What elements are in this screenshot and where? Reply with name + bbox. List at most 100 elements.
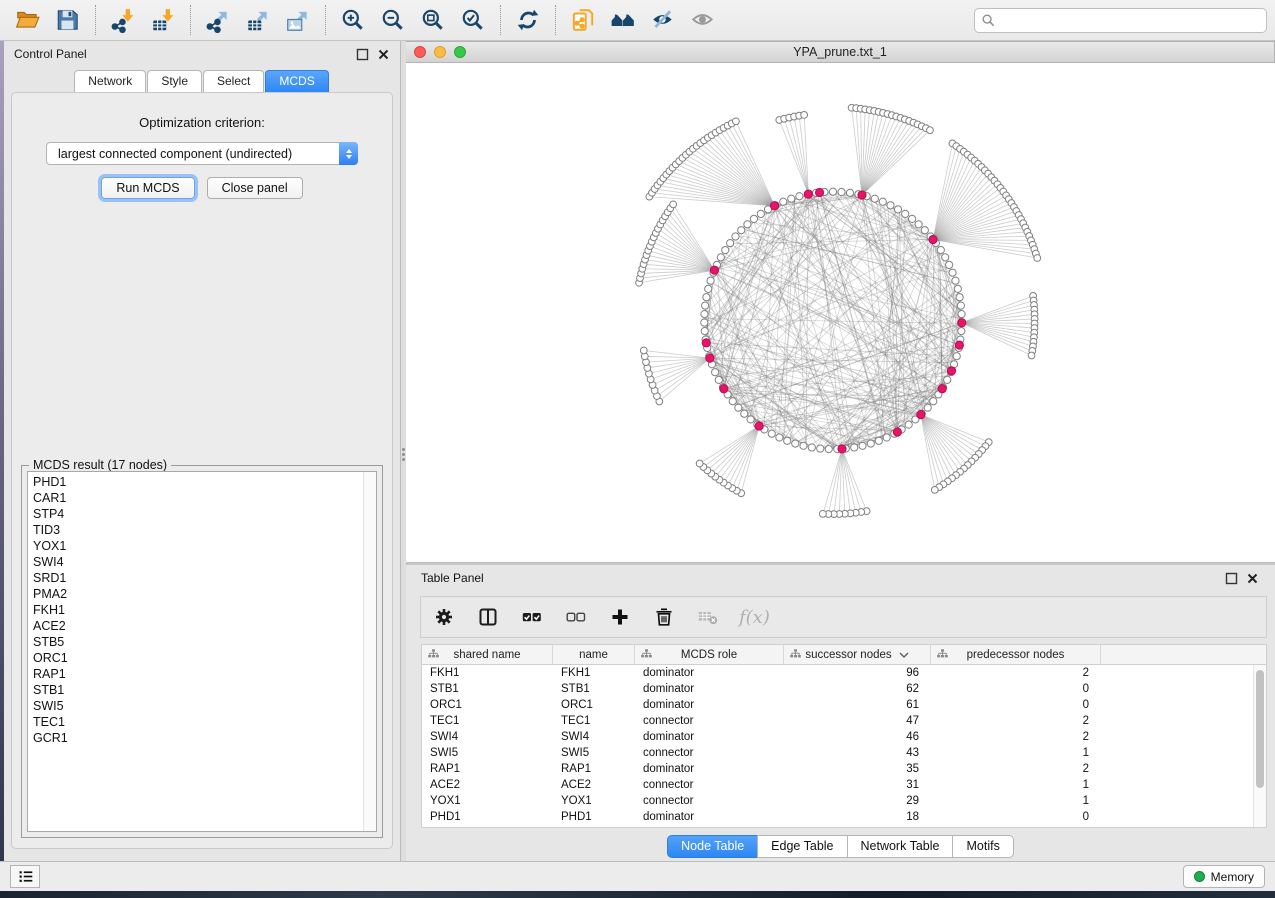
import-table-button[interactable] [143, 3, 183, 37]
select-all-button[interactable] [519, 604, 545, 630]
leaf-node[interactable] [1034, 255, 1041, 262]
ring-node[interactable] [887, 202, 894, 209]
ring-node[interactable] [701, 328, 708, 335]
column-header-shared-name[interactable]: shared name [422, 645, 553, 664]
zoom-out-button[interactable] [373, 3, 413, 37]
table-row[interactable]: YOX1YOX1connector291 [422, 793, 1253, 809]
ring-node[interactable] [894, 206, 901, 213]
mcds-result-item[interactable]: SWI5 [28, 698, 363, 714]
ring-node[interactable] [800, 442, 807, 449]
leaf-node[interactable] [732, 118, 739, 125]
ring-node[interactable] [750, 215, 757, 222]
ring-node[interactable] [946, 261, 953, 268]
ring-node[interactable] [757, 210, 764, 217]
ring-node[interactable] [701, 311, 708, 318]
ring-node[interactable] [879, 198, 886, 205]
ring-node[interactable] [953, 353, 960, 360]
ring-node[interactable] [747, 416, 754, 423]
table-row[interactable]: ORC1ORC1dominator610 [422, 697, 1253, 713]
leaf-node[interactable] [640, 347, 647, 354]
ring-node[interactable] [867, 440, 874, 447]
ring-node[interactable] [958, 328, 965, 335]
mcds-result-item[interactable]: FKH1 [28, 602, 363, 618]
ring-node[interactable] [875, 437, 882, 444]
apply-layout-button[interactable] [508, 3, 548, 37]
ring-node[interactable] [956, 294, 963, 301]
tab-select[interactable]: Select [203, 70, 264, 92]
close-panel-icon[interactable] [377, 48, 390, 61]
task-history-button[interactable] [10, 865, 40, 888]
ring-node[interactable] [776, 434, 783, 441]
mcds-node[interactable] [955, 341, 963, 349]
column-header-successor-nodes[interactable]: successor nodes [784, 645, 931, 664]
mcds-node[interactable] [929, 235, 937, 243]
ring-node[interactable] [942, 254, 949, 261]
table-row[interactable]: SWI4SWI4dominator462 [422, 729, 1253, 745]
float-panel-icon[interactable] [356, 48, 369, 61]
mcds-node[interactable] [958, 319, 966, 327]
mcds-node[interactable] [706, 354, 714, 362]
ring-node[interactable] [944, 376, 951, 383]
export-table-button[interactable] [238, 3, 278, 37]
unselect-all-button[interactable] [563, 604, 589, 630]
ring-node[interactable] [952, 277, 959, 284]
ring-node[interactable] [717, 254, 724, 261]
ring-node[interactable] [954, 285, 961, 292]
hide-selected-button[interactable] [643, 3, 683, 37]
run-mcds-button[interactable]: Run MCDS [101, 177, 194, 199]
column-header-name[interactable]: name [553, 645, 635, 664]
leaf-node[interactable] [819, 510, 826, 517]
mcds-node[interactable] [804, 190, 812, 198]
ring-node[interactable] [808, 444, 815, 451]
mcds-node[interactable] [893, 428, 901, 436]
table-row[interactable]: PHD1PHD1dominator180 [422, 809, 1253, 825]
ring-node[interactable] [780, 198, 787, 205]
mcds-result-item[interactable]: YOX1 [28, 538, 363, 554]
ring-node[interactable] [930, 398, 937, 405]
table-settings-button[interactable] [431, 604, 457, 630]
delete-button[interactable] [651, 604, 677, 630]
tab-mcds[interactable]: MCDS [265, 70, 328, 92]
mcds-result-item[interactable]: ACE2 [28, 618, 363, 634]
mcds-node[interactable] [770, 202, 778, 210]
mcds-result-item[interactable]: SRD1 [28, 570, 363, 586]
mcds-result-item[interactable]: STB1 [28, 682, 363, 698]
leaf-node[interactable] [696, 460, 703, 467]
ring-node[interactable] [838, 188, 845, 195]
clone-network-button[interactable] [563, 3, 603, 37]
zoom-in-button[interactable] [333, 3, 373, 37]
ring-node[interactable] [788, 195, 795, 202]
open-file-button[interactable] [8, 3, 48, 37]
zoom-selected-button[interactable] [453, 3, 493, 37]
table-scrollbar[interactable] [1253, 665, 1266, 827]
ring-node[interactable] [722, 246, 729, 253]
ring-node[interactable] [937, 246, 944, 253]
add-button[interactable] [607, 604, 633, 630]
network-canvas[interactable] [406, 63, 1275, 562]
tab-edge-table[interactable]: Edge Table [757, 835, 847, 858]
mcds-node[interactable] [710, 266, 718, 274]
ring-node[interactable] [732, 233, 739, 240]
mcds-node[interactable] [858, 191, 866, 199]
memory-button[interactable]: Memory [1183, 865, 1265, 888]
mcds-node[interactable] [702, 339, 710, 347]
ring-node[interactable] [846, 189, 853, 196]
export-image-button[interactable] [278, 3, 318, 37]
first-neighbors-button[interactable] [603, 3, 643, 37]
ring-node[interactable] [715, 376, 722, 383]
float-panel-icon[interactable] [1225, 572, 1238, 585]
close-panel-button[interactable]: Close panel [207, 177, 303, 199]
ring-node[interactable] [712, 369, 719, 376]
leaf-node[interactable] [927, 127, 934, 134]
split-panel-button[interactable] [475, 604, 501, 630]
mcds-node[interactable] [947, 367, 955, 375]
ring-node[interactable] [738, 227, 745, 234]
mcds-node[interactable] [938, 385, 946, 393]
leaf-node[interactable] [931, 486, 938, 493]
leaf-node[interactable] [1028, 352, 1035, 359]
ring-node[interactable] [702, 302, 709, 309]
mcds-node[interactable] [838, 445, 846, 453]
mcds-result-item[interactable]: TEC1 [28, 714, 363, 730]
mcds-result-item[interactable]: CAR1 [28, 490, 363, 506]
ring-node[interactable] [707, 277, 714, 284]
